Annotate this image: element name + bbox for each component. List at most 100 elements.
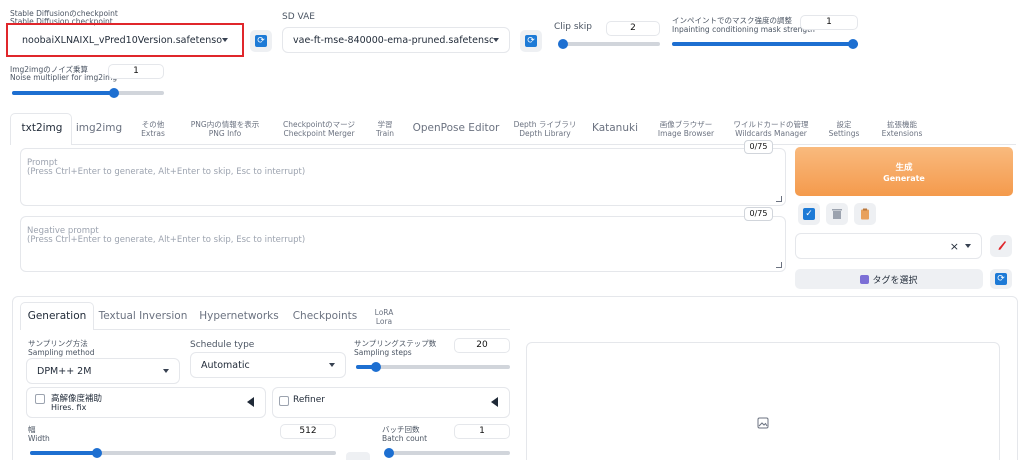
subtab-0[interactable]: Generation — [7, 310, 107, 322]
inpaint-mask-slider[interactable] — [672, 39, 858, 49]
sampling-method-label-ja: サンプリング方法 — [28, 339, 88, 348]
clip-skip-input[interactable]: 2 — [606, 21, 660, 36]
close-icon[interactable]: × — [950, 240, 959, 253]
clip-skip-slider[interactable] — [558, 39, 660, 49]
slider-knob[interactable] — [848, 39, 858, 49]
refiner-accordion[interactable]: Refiner — [272, 387, 510, 418]
schedule-type-label: Schedule type — [190, 340, 255, 350]
width-label-ja: 幅 — [28, 425, 36, 434]
vae-value: vae-ft-mse-840000-ema-pruned.safetensors — [293, 34, 493, 46]
prompt-token-counter: 0/75 — [744, 140, 773, 154]
negative-prompt-textarea[interactable]: Negative prompt (Press Ctrl+Enter to gen… — [20, 216, 786, 272]
output-gallery — [526, 342, 1000, 460]
tab-label: 拡張機能 — [887, 120, 917, 129]
hires-fix-accordion[interactable]: 高解像度補助 Hires. fix — [26, 387, 266, 418]
chevron-down-icon — [222, 38, 228, 42]
swap-dimensions-button[interactable] — [346, 452, 370, 460]
width-input[interactable]: 512 — [280, 424, 336, 439]
batch-count-slider[interactable] — [384, 448, 510, 458]
schedule-type-value: Automatic — [201, 359, 250, 371]
batch-count-label-ja: バッチ回数 — [382, 425, 420, 434]
sampling-steps-label-ja: サンプリングステップ数 — [354, 339, 437, 348]
apply-style-button[interactable] — [990, 235, 1012, 257]
collapse-triangle-icon[interactable] — [491, 397, 498, 407]
negative-prompt-hint: (Press Ctrl+Enter to generate, Alt+Enter… — [27, 235, 306, 245]
subtab-divider — [94, 329, 510, 330]
refresh-icon: ⟳ — [995, 273, 1007, 285]
sampling-method-dropdown[interactable]: DPM++ 2M — [26, 358, 180, 384]
trash-icon — [832, 209, 842, 219]
prompt-hint: (Press Ctrl+Enter to generate, Alt+Enter… — [27, 167, 306, 177]
refiner-checkbox[interactable] — [279, 396, 289, 406]
sampling-method-value: DPM++ 2M — [37, 365, 92, 377]
slider-track — [384, 451, 510, 455]
refiner-label: Refiner — [293, 395, 325, 405]
slider-knob[interactable] — [371, 362, 382, 372]
generate-label-en: Generate — [883, 174, 925, 183]
subtab-label: Generation — [27, 310, 87, 322]
subtab-2[interactable]: Hypernetworks — [189, 310, 289, 322]
read-params-button[interactable]: ✓ — [798, 203, 820, 225]
trash-button[interactable] — [826, 203, 848, 225]
tab-sublabel: Extensions — [881, 129, 923, 138]
batch-count-input[interactable]: 1 — [454, 424, 510, 439]
chevron-down-icon — [163, 369, 169, 373]
checkpoint-value: noobaiXLNAIXL_vPred10Version.safetensors — [22, 34, 222, 46]
noise-slider[interactable] — [12, 88, 164, 98]
subtab-label: Textual Inversion — [98, 310, 188, 322]
inpaint-mask-label-ja: インペイントでのマスク強度の調整 — [672, 16, 792, 25]
sampling-steps-input[interactable]: 20 — [454, 338, 510, 353]
clipboard-button[interactable] — [854, 203, 876, 225]
chevron-down-icon — [965, 244, 971, 248]
chevron-down-icon — [493, 38, 499, 42]
resize-grip-icon[interactable] — [776, 196, 782, 202]
collapse-triangle-icon[interactable] — [247, 397, 254, 407]
checkpoint-dropdown[interactable]: noobaiXLNAIXL_vPred10Version.safetensors — [12, 28, 238, 52]
select-tag-button[interactable]: タグを選択 — [795, 269, 983, 289]
vae-dropdown[interactable]: vae-ft-mse-840000-ema-pruned.safetensors — [282, 27, 510, 53]
check-icon: ✓ — [803, 208, 815, 220]
noise-input[interactable]: 1 — [108, 64, 164, 79]
clipboard-icon — [861, 208, 869, 220]
sampling-method-label-en: Sampling method — [28, 348, 95, 357]
subtab-1[interactable]: Textual Inversion — [93, 310, 193, 322]
slider-knob[interactable] — [108, 88, 119, 98]
noise-label-en: Noise multiplier for img2img — [10, 73, 118, 82]
negative-prompt-token-counter: 0/75 — [744, 207, 773, 221]
vae-label: SD VAE — [282, 12, 315, 22]
hires-fix-label-en: Hires. fix — [51, 403, 87, 412]
slider-fill — [30, 451, 98, 455]
slider-fill — [672, 42, 858, 46]
subtab-sublabel: Lora — [375, 317, 393, 326]
slider-knob[interactable] — [384, 448, 394, 458]
styles-dropdown[interactable]: × — [795, 233, 982, 259]
generate-button[interactable]: 生成 Generate — [795, 147, 1013, 196]
inpaint-mask-label-en: Inpainting conditioning mask strength — [672, 25, 815, 34]
prompt-textarea[interactable]: Prompt (Press Ctrl+Enter to generate, Al… — [20, 148, 786, 206]
batch-count-label-en: Batch count — [382, 434, 428, 443]
brush-icon — [998, 241, 1006, 250]
hires-fix-checkbox[interactable] — [35, 394, 45, 404]
vae-refresh-button[interactable]: ⟳ — [520, 30, 542, 52]
refresh-icon: ⟳ — [525, 35, 537, 47]
generate-label-ja: 生成 — [895, 163, 913, 173]
slider-fill — [12, 91, 114, 95]
width-label-en: Width — [28, 434, 50, 443]
checkpoint-refresh-button[interactable]: ⟳ — [250, 30, 272, 52]
refresh-icon: ⟳ — [255, 35, 267, 47]
slider-knob[interactable] — [92, 448, 103, 458]
slider-knob[interactable] — [558, 39, 568, 49]
width-slider[interactable] — [30, 448, 336, 458]
sampling-steps-slider[interactable] — [356, 362, 510, 372]
tag-refresh-button[interactable]: ⟳ — [990, 269, 1012, 289]
tab-12[interactable]: 拡張機能 Extensions — [842, 120, 962, 138]
chevron-down-icon — [329, 363, 335, 367]
subtab-label: LoRA — [374, 308, 394, 317]
resize-grip-icon[interactable] — [776, 262, 782, 268]
inpaint-mask-input[interactable]: 1 — [800, 15, 858, 30]
image-icon — [757, 417, 769, 429]
subtab-4[interactable]: LoRA Lora — [334, 308, 434, 326]
sampling-steps-label-en: Sampling steps — [354, 348, 412, 357]
schedule-type-dropdown[interactable]: Automatic — [190, 352, 346, 378]
clip-skip-label: Clip skip — [554, 22, 592, 32]
